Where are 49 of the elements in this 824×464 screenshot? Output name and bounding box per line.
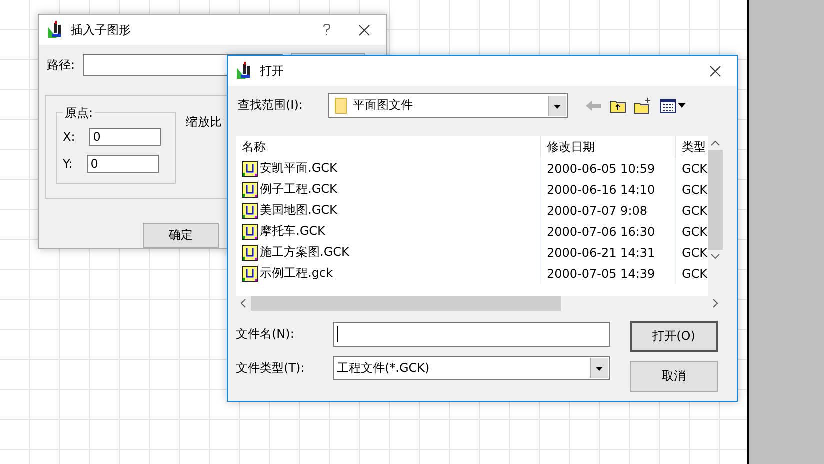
file-name-cell[interactable]: 摩托车.GCK [236, 221, 541, 242]
file-name-cell[interactable]: 安凯平面.GCK [236, 158, 541, 179]
column-header[interactable]: 名称 [236, 136, 541, 158]
filetype-dropdown[interactable]: 工程文件(*.GCK) [333, 356, 610, 380]
x-label: X: [63, 130, 76, 144]
file-icon [242, 202, 258, 218]
filename-label: 文件名(N): [236, 326, 296, 342]
path-label: 路径: [47, 56, 76, 74]
scroll-down-icon[interactable] [711, 254, 720, 259]
close-icon[interactable] [359, 24, 370, 36]
new-folder-icon[interactable] [634, 98, 652, 114]
dropdown-caret-icon[interactable] [548, 96, 566, 116]
file-name-cell[interactable]: 施工方案图.GCK [236, 242, 541, 263]
date-cell: 2000-07-05 14:39 [541, 263, 676, 284]
scroll-right-icon[interactable] [713, 299, 718, 308]
date-cell: 2000-06-16 14:10 [541, 179, 676, 200]
file-name-cell[interactable]: 美国地图.GCK [236, 200, 541, 221]
file-icon [242, 266, 258, 282]
up-folder-icon[interactable] [610, 98, 626, 112]
dialog-title: 打开 [260, 62, 285, 80]
date-cell: 2000-06-21 14:31 [541, 242, 676, 263]
cancel-button[interactable]: 取消 [630, 361, 718, 392]
x-field[interactable]: 0 [89, 128, 162, 146]
file-icon [242, 224, 258, 240]
look-in-dropdown[interactable]: 平面图文件 [328, 93, 568, 118]
date-cell: 2000-06-05 10:59 [541, 158, 676, 179]
file-icon [242, 244, 258, 260]
filetype-label: 文件类型(T): [236, 360, 306, 376]
dialog-title: 插入子图形 [71, 22, 132, 38]
scroll-up-icon[interactable] [711, 141, 720, 146]
open-button[interactable]: 打开(O) [630, 321, 718, 352]
origin-group-title: 原点: [63, 105, 96, 122]
column-header[interactable]: 修改日期 [541, 136, 676, 158]
file-name-cell[interactable]: 示例工程.gck [236, 263, 541, 284]
scale-label: 缩放比 [186, 114, 222, 131]
file-icon [242, 160, 258, 176]
y-label: Y: [63, 157, 73, 171]
close-icon[interactable] [710, 66, 721, 76]
date-cell: 2000-07-07 9:08 [541, 200, 676, 221]
date-cell: 2000-07-06 16:30 [541, 221, 676, 242]
folder-icon [335, 98, 347, 114]
file-name-cell[interactable]: 例子工程.GCK [236, 179, 541, 200]
file-icon [242, 182, 258, 198]
scroll-left-icon[interactable] [241, 299, 246, 308]
view-menu-icon[interactable] [660, 98, 686, 112]
ok-button[interactable]: 确定 [143, 223, 219, 248]
y-field[interactable]: 0 [86, 155, 159, 173]
look-in-label: 查找范围(I): [238, 97, 304, 114]
dropdown-caret-icon[interactable] [590, 358, 608, 378]
